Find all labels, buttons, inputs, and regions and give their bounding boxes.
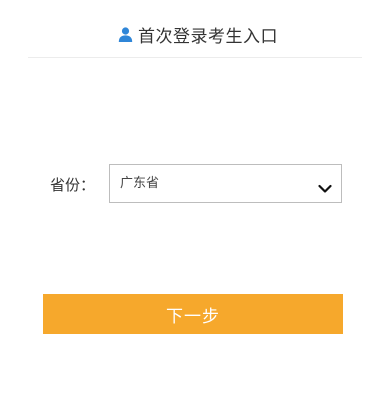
user-icon — [117, 26, 134, 43]
province-select-value: 广东省 — [120, 176, 160, 191]
next-button[interactable]: 下一步 — [43, 294, 343, 334]
chevron-down-icon — [318, 179, 332, 193]
header-title-group: 首次登录考生入口 — [117, 22, 278, 47]
province-select[interactable]: 广东省 — [109, 164, 342, 203]
page-header: 首次登录考生入口 — [28, 16, 362, 58]
province-label: 省份： — [50, 176, 96, 194]
page-title: 首次登录考生入口 — [138, 27, 278, 47]
